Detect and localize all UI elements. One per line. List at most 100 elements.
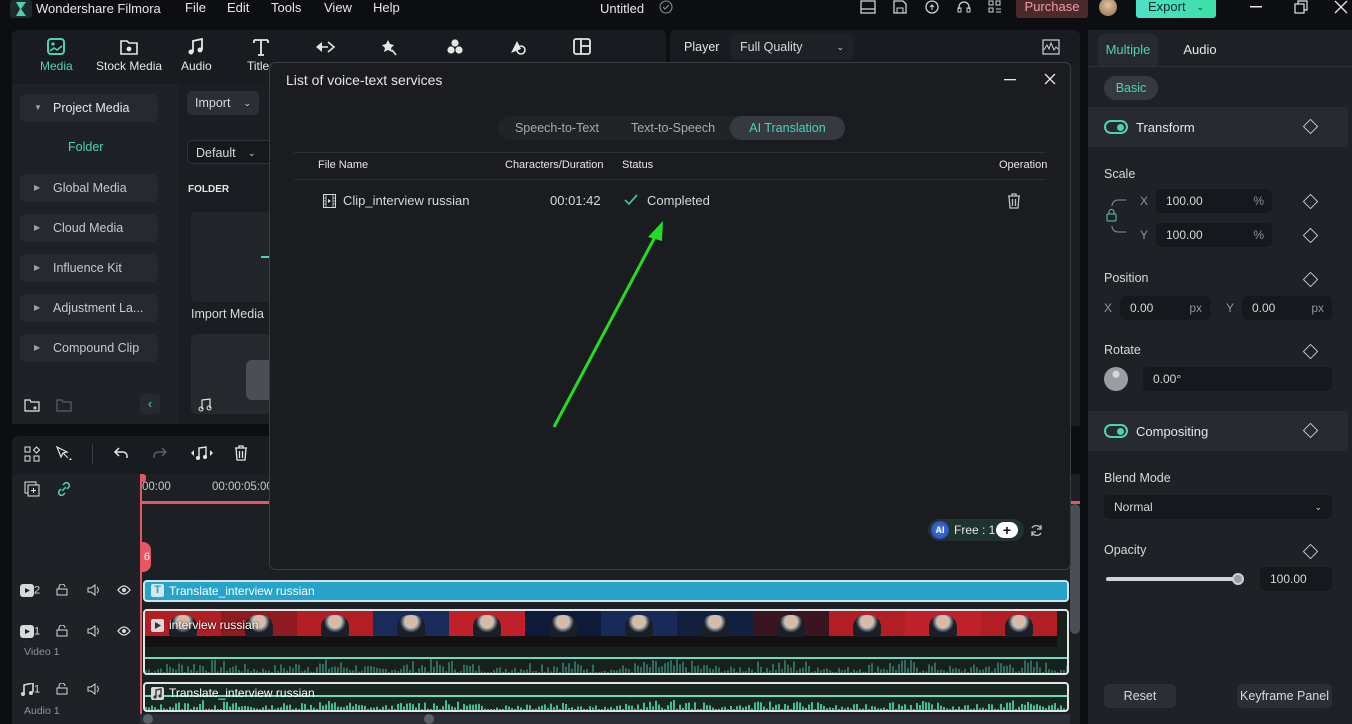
- sidebar-item-adjustment-layer[interactable]: ▶ Adjustment La...: [20, 294, 158, 322]
- sort-dropdown[interactable]: Default ⌄: [187, 140, 277, 164]
- keyframe-diamond-icon[interactable]: [1302, 193, 1319, 210]
- playhead-handle[interactable]: [140, 474, 146, 482]
- title-clip[interactable]: T Translate_interview russian: [143, 580, 1069, 602]
- tab-elements[interactable]: [445, 38, 465, 59]
- blend-mode-dropdown[interactable]: Normal ⌄: [1104, 495, 1332, 519]
- save-icon[interactable]: [893, 0, 911, 16]
- user-avatar[interactable]: [1099, 0, 1117, 16]
- tab-templates[interactable]: [572, 38, 592, 59]
- tab-text-to-speech[interactable]: Text-to-Speech: [616, 116, 730, 140]
- keyframe-diamond-icon[interactable]: [1302, 343, 1319, 360]
- undo-icon[interactable]: [113, 446, 129, 460]
- rotate-dial[interactable]: [1104, 367, 1128, 391]
- link-icon[interactable]: [56, 481, 72, 497]
- sidebar-item-compound-clip[interactable]: ▶ Compound Clip: [20, 334, 158, 362]
- audio-clip[interactable]: Translate_interview russian: [143, 682, 1069, 712]
- import-media-tile[interactable]: [191, 212, 271, 302]
- collapse-sidebar-button[interactable]: ‹: [140, 394, 160, 414]
- scale-lock-icon[interactable]: [1104, 192, 1128, 240]
- position-y-input[interactable]: 0.00 px: [1242, 296, 1332, 320]
- eye-icon[interactable]: [117, 585, 131, 595]
- tab-media[interactable]: Media: [40, 38, 73, 73]
- menu-view[interactable]: View: [324, 0, 352, 15]
- support-headset-icon[interactable]: [956, 0, 974, 16]
- tab-multiple[interactable]: Multiple: [1098, 34, 1158, 66]
- tab-transitions[interactable]: [314, 38, 336, 59]
- sidebar-item-folder[interactable]: Folder: [68, 140, 103, 154]
- sidebar-item-project-media[interactable]: ▼ Project Media: [20, 94, 158, 122]
- cloud-upload-icon[interactable]: [924, 0, 942, 16]
- audio-media-tile[interactable]: [191, 334, 271, 414]
- video-clip[interactable]: interview russian: [143, 609, 1069, 675]
- keyframe-diamond-icon[interactable]: [1302, 227, 1319, 244]
- scale-x-input[interactable]: 100.00%: [1156, 189, 1272, 213]
- rotate-input[interactable]: 0.00°: [1143, 367, 1332, 391]
- sidebar-item-cloud-media[interactable]: ▶ Cloud Media: [20, 214, 158, 242]
- sidebar-item-global-media[interactable]: ▶ Global Media: [20, 174, 158, 202]
- restore-icon[interactable]: [1294, 0, 1312, 16]
- refresh-icon[interactable]: [1030, 524, 1043, 537]
- playhead-marker[interactable]: 6: [140, 542, 151, 572]
- minimize-icon[interactable]: [1250, 6, 1268, 22]
- import-dropdown[interactable]: Import ⌄: [187, 91, 259, 115]
- close-icon[interactable]: [1044, 73, 1056, 85]
- menu-file[interactable]: File: [185, 0, 206, 15]
- scroll-handle-right[interactable]: [424, 714, 434, 724]
- position-x-input[interactable]: 0.00 px: [1120, 296, 1210, 320]
- minimize-icon[interactable]: [1004, 79, 1016, 81]
- opacity-slider[interactable]: [1106, 573, 1244, 585]
- tab-audio[interactable]: Audio: [1172, 34, 1228, 66]
- tab-ai-translation[interactable]: AI Translation: [730, 116, 845, 140]
- tab-effects[interactable]: [379, 38, 399, 59]
- purchase-button[interactable]: Purchase: [1016, 0, 1088, 18]
- tab-stickers[interactable]: [508, 38, 528, 59]
- quality-dropdown[interactable]: Full Quality ⌄: [730, 34, 854, 60]
- menu-help[interactable]: Help: [373, 0, 400, 15]
- speaker-icon[interactable]: [87, 584, 101, 596]
- audio-beat-icon[interactable]: [190, 445, 214, 461]
- opacity-input[interactable]: 100.00: [1260, 567, 1332, 591]
- timeline-vertical-scrollbar[interactable]: [1070, 504, 1080, 634]
- close-icon[interactable]: [1334, 0, 1352, 16]
- keyframe-diamond-icon[interactable]: [1302, 118, 1319, 135]
- tab-speech-to-text[interactable]: Speech-to-Text: [498, 116, 616, 140]
- tab-audio[interactable]: Audio: [181, 38, 212, 73]
- compositing-toggle[interactable]: [1104, 424, 1128, 438]
- menu-edit[interactable]: Edit: [227, 0, 249, 15]
- menu-tools[interactable]: Tools: [271, 0, 301, 15]
- trash-icon[interactable]: [1007, 193, 1021, 209]
- add-credits-button[interactable]: +: [996, 522, 1018, 538]
- lock-icon[interactable]: [56, 683, 68, 695]
- scale-y-input[interactable]: 100.00%: [1156, 223, 1272, 247]
- audio-meter-icon[interactable]: [1042, 39, 1060, 55]
- apps-grid-icon[interactable]: [988, 0, 1006, 16]
- add-track-icon[interactable]: [24, 481, 40, 497]
- keyframe-diamond-icon[interactable]: [1302, 543, 1319, 560]
- speaker-icon[interactable]: [87, 683, 101, 695]
- playhead[interactable]: [140, 474, 142, 724]
- lock-icon[interactable]: [56, 625, 68, 637]
- new-folder-icon[interactable]: [24, 398, 40, 412]
- keyframe-diamond-icon[interactable]: [1302, 271, 1319, 288]
- eye-icon[interactable]: [117, 626, 131, 636]
- speaker-icon[interactable]: [87, 625, 101, 637]
- timeline-horizontal-scrollbar[interactable]: [140, 714, 1070, 724]
- opacity-slider-handle[interactable]: [1232, 573, 1244, 585]
- reset-button[interactable]: Reset: [1104, 684, 1176, 708]
- delete-icon[interactable]: [234, 445, 248, 461]
- layout-icon[interactable]: [860, 0, 878, 16]
- keyframe-diamond-icon[interactable]: [1302, 422, 1319, 439]
- table-row[interactable]: Clip_interview russian 00:01:42 Complete…: [294, 181, 1046, 221]
- export-button[interactable]: Export ⌄: [1136, 0, 1216, 18]
- sidebar-item-influence-kit[interactable]: ▶ Influence Kit: [20, 254, 158, 282]
- chevron-down-icon[interactable]: ⌄: [1196, 0, 1204, 18]
- tab-stock-media[interactable]: Stock Media: [96, 38, 162, 73]
- transform-toggle[interactable]: [1104, 120, 1128, 134]
- keyframe-panel-button[interactable]: Keyframe Panel: [1237, 684, 1332, 708]
- redo-icon[interactable]: [152, 446, 168, 460]
- tab-basic[interactable]: Basic: [1104, 76, 1158, 100]
- scroll-handle-left[interactable]: [143, 714, 153, 724]
- delete-folder-icon[interactable]: [56, 398, 72, 412]
- lock-icon[interactable]: [56, 584, 68, 596]
- layout-grid-icon[interactable]: [24, 446, 40, 462]
